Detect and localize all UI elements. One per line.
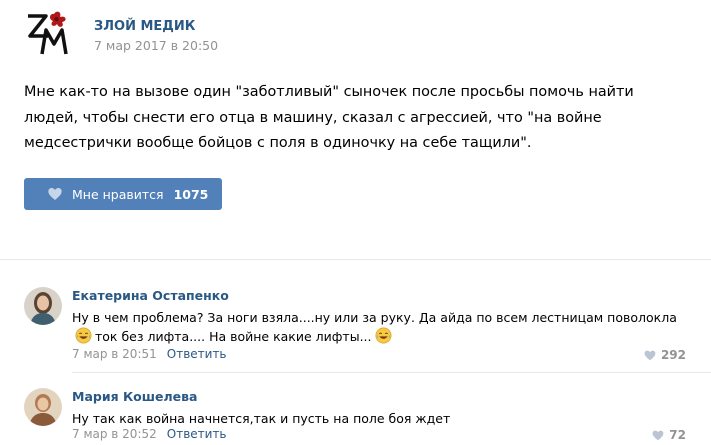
avatar-photo-icon	[24, 388, 62, 426]
commenter-avatar[interactable]	[24, 388, 62, 426]
comment-date[interactable]: 7 мар в 20:51	[72, 347, 157, 361]
like-count: 1075	[173, 186, 209, 202]
comment-like-button[interactable]: 292	[643, 348, 686, 362]
comments-separator	[0, 259, 711, 260]
comment-date[interactable]: 7 мар в 20:52	[72, 427, 157, 441]
comment-item: Екатерина Остапенко Ну в чем проблема? З…	[24, 283, 694, 367]
comment-text-part: ток без лифта.... На войне какие лифты..…	[95, 329, 372, 344]
comment-divider	[72, 372, 711, 373]
heart-icon	[644, 350, 656, 360]
comment-footer: 7 мар в 20:51 Ответить	[72, 347, 227, 361]
commenter-avatar[interactable]	[24, 287, 62, 325]
community-avatar[interactable]	[24, 8, 74, 58]
comment-like-count: 72	[669, 428, 686, 442]
like-label: Мне нравится	[72, 186, 164, 202]
comment-like-count: 292	[660, 348, 686, 362]
post-header: ЗЛОЙ МЕДИК 7 мар 2017 в 20:50	[24, 8, 684, 58]
comment-text: Ну в чем проблема? За ноги взяла....ну и…	[72, 308, 692, 346]
comment-footer: 7 мар в 20:52 Ответить	[72, 427, 227, 441]
comment-author-link[interactable]: Екатерина Остапенко	[72, 288, 229, 303]
comment-text: Ну так как война начнется,так и пусть на…	[72, 411, 451, 426]
comment-item: Мария Кошелева Ну так как война начнется…	[24, 384, 694, 445]
post-author-link[interactable]: ЗЛОЙ МЕДИК	[94, 19, 195, 34]
laughing-emoji-icon	[375, 327, 392, 344]
comment-author-link[interactable]: Мария Кошелева	[72, 389, 198, 404]
reply-button[interactable]: Ответить	[167, 347, 227, 361]
post-text: Мне как-то на вызове один "заботливый" с…	[24, 84, 634, 151]
laughing-emoji-icon	[75, 327, 92, 344]
avatar-photo-icon	[24, 287, 62, 325]
heart-icon	[48, 188, 62, 200]
post-date[interactable]: 7 мар 2017 в 20:50	[94, 38, 218, 53]
comment-text-part: Ну в чем проблема? За ноги взяла....ну и…	[72, 310, 677, 325]
comment-like-button[interactable]: 72	[651, 428, 686, 442]
like-button[interactable]: Мне нравится 1075	[24, 178, 222, 210]
zm-logo-icon	[28, 11, 68, 55]
heart-icon	[652, 430, 664, 440]
reply-button[interactable]: Ответить	[167, 427, 227, 441]
